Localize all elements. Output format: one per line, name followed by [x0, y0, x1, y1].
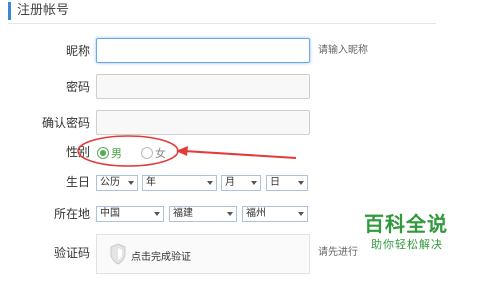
annotation-arrowhead-icon — [176, 146, 188, 156]
chevron-down-icon — [128, 181, 134, 185]
captcha-action-text: 点击完成验证 — [131, 252, 191, 263]
month-select[interactable]: 月 — [221, 175, 261, 191]
captcha-box[interactable]: 点击完成验证 — [96, 234, 310, 274]
annotation-circle — [77, 135, 179, 167]
watermark-subtitle: 助你轻松解决 — [371, 238, 443, 251]
province-select-value: 福建 — [173, 208, 193, 219]
watermark-title: 百科全说 — [364, 212, 448, 236]
captcha-label: 验证码 — [53, 246, 90, 260]
captcha-hint: 请先进行 — [318, 247, 358, 258]
chevron-down-icon — [298, 181, 304, 185]
annotation-arrow-line — [183, 150, 297, 159]
city-select-value: 福州 — [246, 208, 266, 219]
location-label: 所在地 — [53, 207, 90, 221]
chevron-down-icon — [154, 212, 160, 216]
calendar-select[interactable]: 公历 — [96, 175, 138, 191]
day-select[interactable]: 日 — [266, 175, 308, 191]
year-select[interactable]: 年 — [142, 175, 217, 191]
province-select[interactable]: 福建 — [169, 206, 237, 222]
country-select-value: 中国 — [100, 208, 120, 219]
chevron-down-icon — [227, 212, 233, 216]
country-select[interactable]: 中国 — [96, 206, 164, 222]
city-select[interactable]: 福州 — [242, 206, 308, 222]
month-select-value: 月 — [225, 177, 235, 188]
day-select-value: 日 — [270, 177, 280, 188]
chevron-down-icon — [251, 181, 257, 185]
calendar-select-value: 公历 — [100, 177, 120, 188]
chevron-down-icon — [298, 212, 304, 216]
chevron-down-icon — [207, 181, 213, 185]
birthday-label: 生日 — [65, 175, 90, 189]
year-select-value: 年 — [146, 177, 156, 188]
shield-icon — [110, 243, 126, 265]
